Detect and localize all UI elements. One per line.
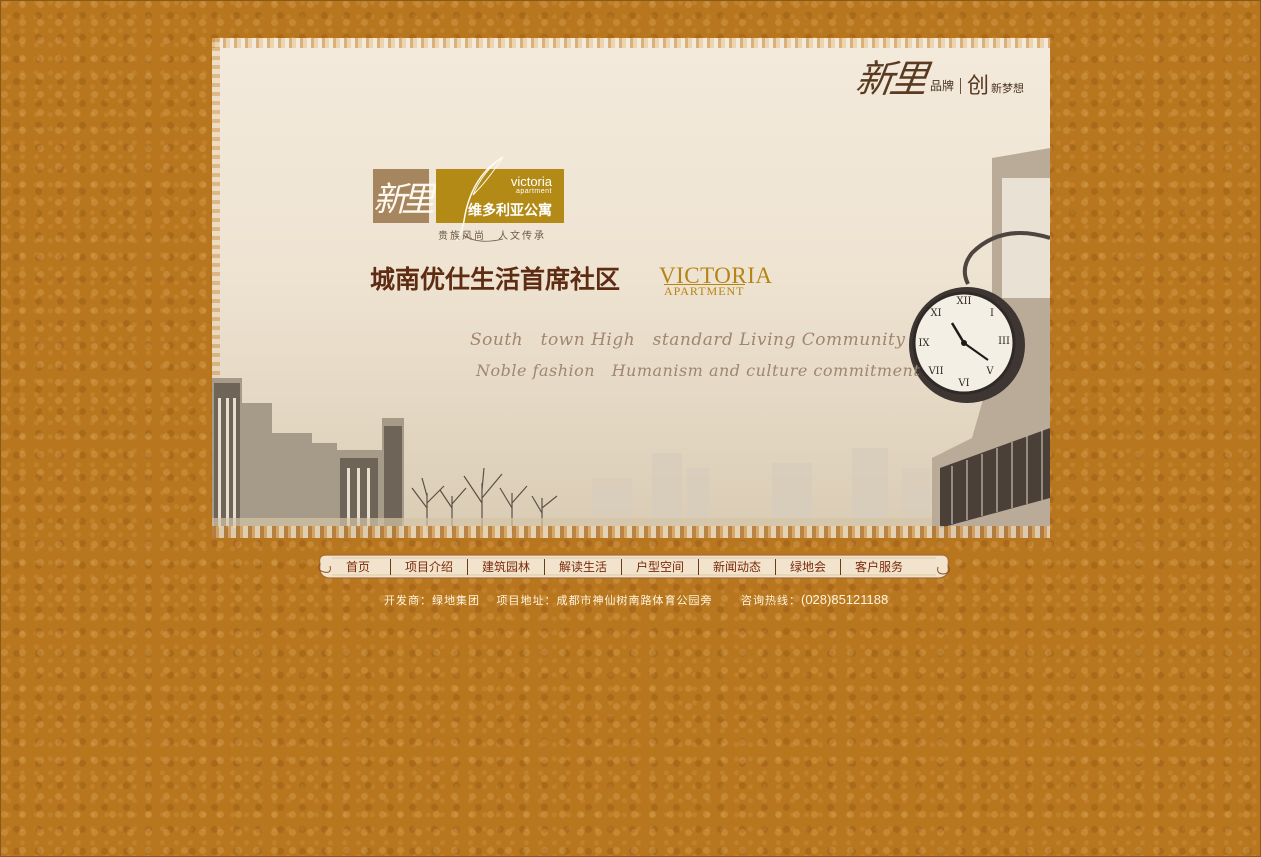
brand-slogan: 新里 品牌 创 新梦想 — [852, 57, 1024, 101]
footer-address: 项目地址：成都市神仙树南路体育公园旁 — [496, 594, 713, 607]
logo-apartment-text: apartment — [515, 188, 552, 195]
footer-hotline-label: 咨询热线： — [741, 594, 801, 607]
footer-info: 开发商：绿地集团 项目地址：成都市神仙树南路体育公园旁 咨询热线：(028)85… — [384, 592, 888, 608]
english-slogan-line-2: Noble fashion Humanism and culture commi… — [476, 361, 921, 380]
svg-text:IX: IX — [918, 338, 930, 349]
svg-text:VII: VII — [927, 366, 943, 377]
nav-separator — [390, 558, 391, 575]
logo-victoria-text: victoria — [510, 174, 552, 189]
svg-text:XII: XII — [956, 296, 971, 307]
svg-text:III: III — [998, 336, 1010, 347]
nav-item-lifestyle[interactable]: 解读生活 — [549, 558, 617, 575]
brand-xinmengxiang: 新梦想 — [991, 82, 1024, 95]
hero-banner: XII I III V VI VII IX XI 新里 品牌 创 新梦想 新里 … — [212, 38, 1050, 538]
brand-mark-script: 新里 — [852, 57, 928, 101]
nav-item-greenland-club[interactable]: 绿地会 — [780, 558, 836, 575]
nav-item-project-intro[interactable]: 项目介绍 — [395, 558, 463, 575]
nav-item-floor-plans[interactable]: 户型空间 — [626, 558, 694, 575]
banner-torn-edge-bottom — [212, 526, 1050, 538]
footer-hotline-number: (028)85121188 — [801, 592, 889, 607]
nav-items: 首页 项目介绍 建筑园林 解读生活 户型空间 新闻动态 绿地会 客户服务 — [330, 552, 938, 581]
main-navigation: 首页 项目介绍 建筑园林 解读生活 户型空间 新闻动态 绿地会 客户服务 — [318, 552, 950, 581]
svg-text:XI: XI — [930, 308, 941, 319]
nav-separator — [698, 558, 699, 575]
city-skyline-illustration: XII I III V VI VII IX XI — [212, 148, 1050, 538]
nav-item-home[interactable]: 首页 — [330, 558, 386, 575]
footer-developer: 开发商：绿地集团 — [384, 594, 480, 607]
nav-item-customer-service[interactable]: 客户服务 — [845, 558, 913, 575]
nav-separator — [544, 558, 545, 575]
main-headline: 城南优仕生活首席社区 — [370, 265, 621, 294]
brand-pinpai: 品牌 — [929, 79, 954, 93]
logo-xinli-block: 新里 — [373, 169, 435, 223]
apartment-wordmark: APARTMENT — [664, 284, 745, 298]
nav-item-architecture-garden[interactable]: 建筑园林 — [472, 558, 540, 575]
logo-tagline: 贵族风尚 人文传承 — [438, 231, 546, 242]
svg-text:I: I — [990, 308, 994, 319]
english-slogan-line-1: South town High standard Living Communit… — [470, 330, 906, 350]
svg-text:VI: VI — [957, 378, 969, 389]
nav-separator — [840, 558, 841, 575]
brand-chuang-char: 创 — [966, 74, 989, 99]
nav-separator — [621, 558, 622, 575]
nav-separator — [467, 558, 468, 575]
nav-separator — [775, 558, 776, 575]
brand-separator — [959, 78, 961, 94]
svg-text:V: V — [985, 366, 994, 377]
brand-chuang-xinmengxiang: 创 新梦想 — [967, 76, 1024, 98]
nav-item-news[interactable]: 新闻动态 — [703, 558, 771, 575]
